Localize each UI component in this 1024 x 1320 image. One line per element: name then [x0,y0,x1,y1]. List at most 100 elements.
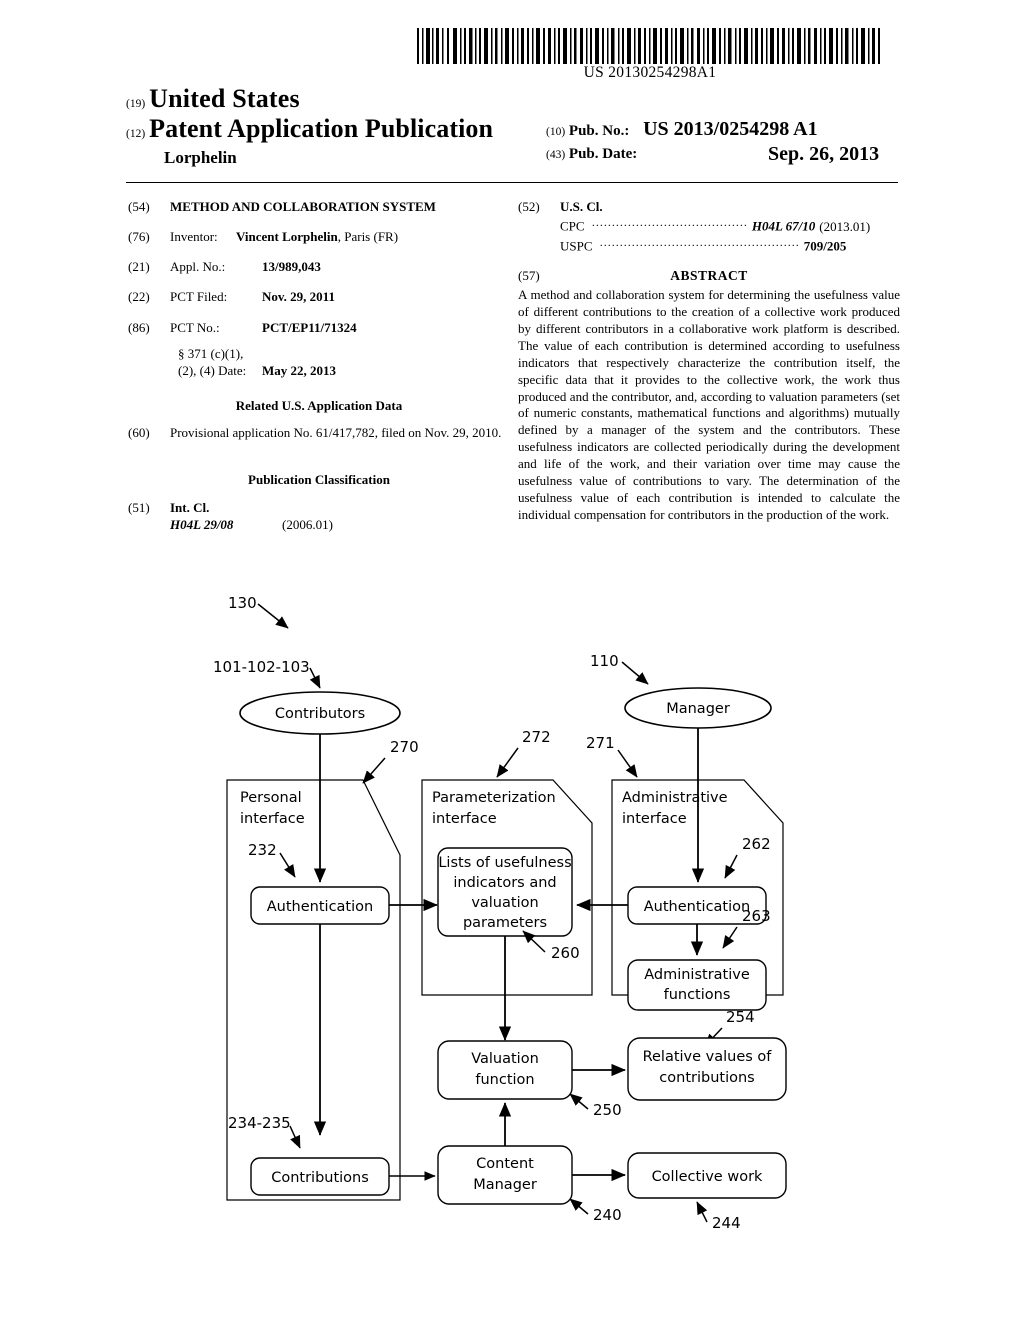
lists-label-line2: indicators and [453,875,556,891]
ref-262: 262 [742,835,771,853]
lead-line-244 [696,1201,708,1223]
figure-svg: 130 101-102-103 Contributors 110 Manager… [213,594,787,1232]
ref-260: 260 [551,944,580,962]
appl-no-body: Appl. No.: 13/989,043 [170,258,510,275]
bibliographic-left-column: (54) METHOD AND COLLABORATION SYSTEM (76… [128,198,510,546]
related-application-heading: Related U.S. Application Data [235,398,403,414]
us-cl-label: U.S. Cl. [560,199,603,214]
int-cl-line: H04L 29/08 (2006.01) [170,516,510,533]
ref-254: 254 [726,1008,755,1026]
inventor-body: Inventor: Vincent Lorphelin, Paris (FR) [170,228,510,245]
abstract-row: (57) ABSTRACT A method and collaboration… [518,267,900,523]
lead-line-130 [257,603,289,629]
code-10: (10) [546,126,566,138]
pub-number-line: (10) Pub. No.: US 2013/0254298 A1 [546,118,818,141]
us-cl-body: U.S. Cl. CPC ...........................… [560,198,900,254]
figure-diagram: 130 101-102-103 Contributors 110 Manager… [0,570,1024,1250]
valuation-label-line2: function [475,1072,534,1088]
country-line: (19) United States [126,84,300,114]
collective-work-label: Collective work [652,1169,763,1185]
administrative-label-line2: interface [622,811,687,827]
ref-101-102-103: 101-102-103 [213,658,310,676]
int-cl-version: (2006.01) [282,516,333,532]
section-371-row: § 371 (c)(1), (2), (4) Date: May 22, 2013 [128,345,510,379]
ref-270: 270 [390,738,419,756]
uspc-value: 709/205 [803,238,847,254]
ref-130: 130 [228,594,257,612]
personal-interface-label-line1: Personal [240,790,302,806]
pct-filed-label: PCT Filed: [170,289,228,305]
parameterization-label-line2: interface [432,811,497,827]
lists-label-line3: valuation [471,895,538,911]
lead-line-240 [569,1198,589,1215]
content-manager-box[interactable] [437,1145,573,1205]
lists-label-line4: parameters [463,915,547,931]
lists-label-line1: Lists of usefulness [438,855,571,871]
code-60: (60) [128,425,150,441]
appl-no-row: (21) Appl. No.: 13/989,043 [128,258,510,275]
code-19: (19) [126,98,146,110]
ref-110: 110 [590,652,619,670]
cpc-line: CPC ....................................… [560,215,900,235]
lead-line-271 [617,749,638,778]
bibliographic-right-column: (52) U.S. Cl. CPC ......................… [518,198,900,537]
inventor-label: Inventor: [170,229,218,245]
cpc-label: CPC [560,218,585,234]
lead-line-272 [496,747,519,778]
cpc-dot-leader: ....................................... [587,215,752,230]
country-name: United States [149,84,300,113]
int-cl-body: Int. Cl. H04L 29/08 (2006.01) [170,499,510,533]
uspc-dot-leader: ........................................… [595,234,804,249]
lead-line-232 [279,852,296,878]
cpc-value: H04L 67/10 [751,218,816,234]
ref-240: 240 [593,1206,622,1224]
appl-no-value: 13/989,043 [262,259,321,275]
pub-date-value: Sep. 26, 2013 [768,143,880,165]
barcode-bars [417,28,880,64]
relative-values-box[interactable] [627,1037,787,1101]
authentication-right-label: Authentication [644,899,750,915]
publication-classification-heading: Publication Classification [248,472,390,488]
int-cl-label: Int. Cl. [170,499,210,515]
pub-number-label: Pub. No.: [568,123,630,139]
code-54: (54) [128,199,150,214]
administrative-label-line1: Administrative [622,790,728,806]
code-22: (22) [128,289,150,305]
ref-234-235: 234-235 [228,1114,291,1132]
barcode [415,28,885,64]
relative-values-label-line2: contributions [659,1070,754,1086]
uspc-label: USPC [560,238,593,254]
lead-line-262 [724,854,738,879]
pct-filed-body: PCT Filed: Nov. 29, 2011 [170,288,510,305]
content-manager-label-line2: Manager [473,1177,537,1193]
section-371-date-value: May 22, 2013 [262,362,337,378]
code-21: (21) [128,259,150,275]
parameterization-label-line1: Parameterization [432,790,556,806]
code-51: (51) [128,499,150,515]
section-371-body: § 371 (c)(1), (2), (4) Date: May 22, 2013 [178,345,510,379]
code-76: (76) [128,229,150,245]
pct-filed-value: Nov. 29, 2011 [262,289,335,305]
relative-values-label-line1: Relative values of [643,1049,773,1065]
pct-no-row: (86) PCT No.: PCT/EP11/71324 [128,319,510,336]
title-row: (54) METHOD AND COLLABORATION SYSTEM [128,198,510,215]
us-cl-row: (52) U.S. Cl. CPC ......................… [518,198,900,254]
authentication-left-label: Authentication [267,899,373,915]
related-application-row: (60) Provisional application No. 61/417,… [128,424,510,441]
manager-label: Manager [666,701,730,717]
pub-date-line: (43) Pub. Date: Sep. 26, 2013 [546,143,879,165]
inventor-name: Vincent Lorphelin [236,229,338,245]
masthead: (19) United States (12) Patent Applicati… [126,84,898,176]
valuation-function-box[interactable] [437,1040,573,1100]
lead-line-250 [569,1093,589,1110]
code-52: (52) [518,199,540,214]
section-371-date-label: (2), (4) Date: [178,362,247,378]
admin-functions-label-line2: functions [664,987,731,1003]
ref-271: 271 [586,734,615,752]
masthead-divider [126,182,898,183]
inventor-surname: Lorphelin [164,148,237,167]
lead-line-234-235 [289,1125,301,1149]
barcode-number: US 20130254298A1 [583,64,717,81]
pct-no-label: PCT No.: [170,319,220,335]
contributors-label: Contributors [275,706,365,722]
